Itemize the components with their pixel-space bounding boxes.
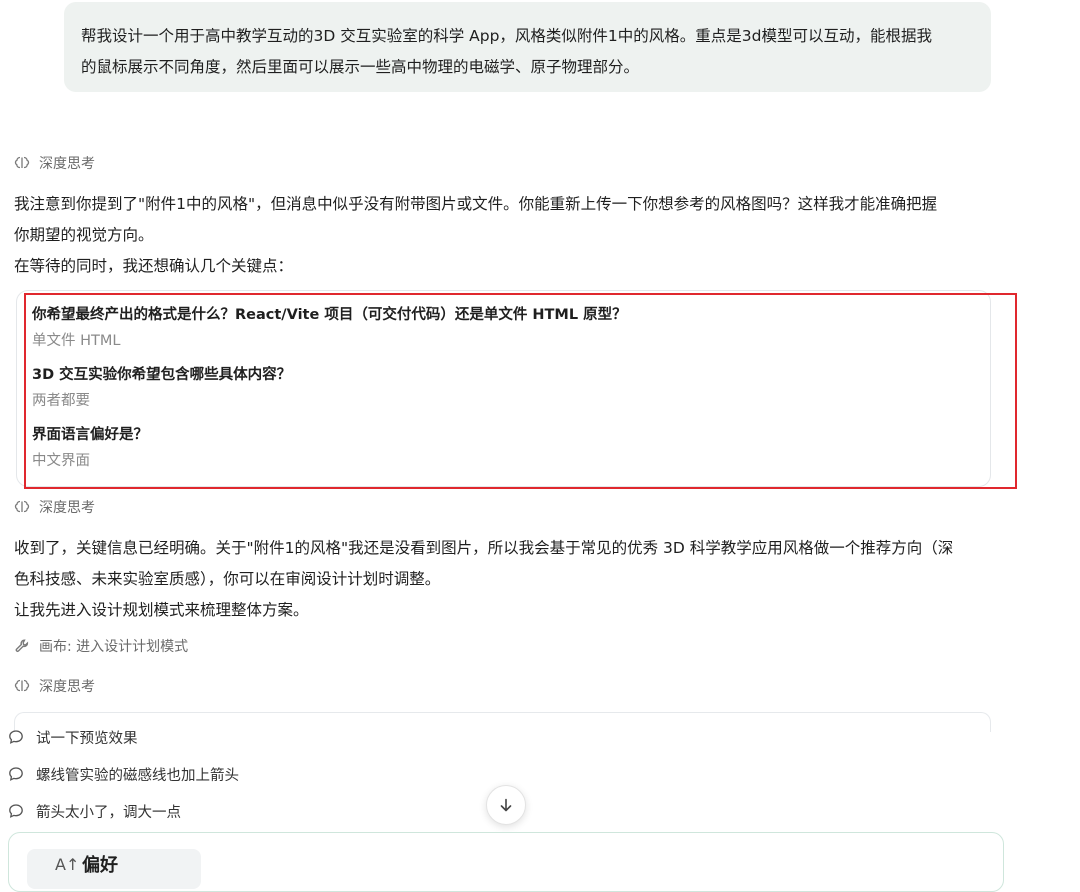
font-size-icon: A↑: [55, 855, 80, 874]
wrench-icon: [15, 639, 29, 653]
chat-bubble-icon: [9, 804, 23, 818]
qa-item: 你希望最终产出的格式是什么？React/Vite 项目（可交付代码）还是单文件 …: [32, 304, 627, 352]
qa-answer: 单文件 HTML: [32, 333, 121, 349]
suggestion-text: 试一下预览效果: [36, 730, 138, 747]
thinking-label: 深度思考: [39, 156, 95, 172]
thinking-label: 深度思考: [39, 679, 95, 695]
chat-bubble-icon: [9, 767, 23, 781]
qa-answer: 中文界面: [32, 453, 90, 469]
brain-icon: [14, 679, 30, 692]
qa-item: 3D 交互实验你希望包含哪些具体内容？ 两者都要: [32, 364, 291, 412]
qa-question: 你希望最终产出的格式是什么？React/Vite 项目（可交付代码）还是单文件 …: [32, 307, 627, 323]
assistant-2-line-2: 色科技感、未来实验室质感），你可以在审阅设计计划时调整。: [14, 570, 441, 588]
chat-bubble-icon: [9, 730, 23, 744]
thinking-toggle-3[interactable]: 深度思考: [14, 675, 95, 697]
thinking-toggle-2[interactable]: 深度思考: [14, 496, 95, 518]
tool-call-label: 画布: 进入设计计划模式: [39, 639, 189, 655]
user-message-bubble: 帮我设计一个用于高中教学互动的3D 交互实验室的科学 App，风格类似附件1中的…: [64, 2, 991, 92]
assistant-message-2: 收到了，关键信息已经明确。关于"附件1的风格"我还是没看到图片，所以我会基于常见…: [14, 533, 1004, 626]
assistant-1-line-2: 你期望的视觉方向。: [14, 226, 154, 244]
thinking-toggle-1[interactable]: 深度思考: [14, 152, 95, 174]
assistant-1-line-3: 在等待的同时，我还想确认几个关键点：: [14, 257, 294, 275]
assistant-2-line-3: 让我先进入设计规划模式来梳理整体方案。: [14, 601, 309, 619]
suggestion-item[interactable]: 箭头太小了，调大一点: [8, 799, 181, 823]
tool-call-row[interactable]: 画布: 进入设计计划模式: [14, 635, 188, 657]
preferences-panel: A↑ 偏好: [8, 832, 1004, 892]
assistant-1-line-1: 我注意到你提到了"附件1中的风格"，但消息中似乎没有附带图片或文件。你能重新上传…: [14, 195, 938, 213]
assistant-message-1: 我注意到你提到了"附件1中的风格"，但消息中似乎没有附带图片或文件。你能重新上传…: [14, 189, 1004, 282]
question-answer-card: 你希望最终产出的格式是什么？React/Vite 项目（可交付代码）还是单文件 …: [16, 290, 991, 487]
qa-item: 界面语言偏好是？ 中文界面: [32, 424, 148, 472]
suggestion-item[interactable]: 试一下预览效果: [8, 725, 138, 749]
suggestion-item[interactable]: 螺线管实验的磁感线也加上箭头: [8, 762, 239, 786]
preferences-title: 偏好: [82, 855, 118, 876]
arrow-down-icon: [500, 798, 512, 812]
brain-icon: [14, 156, 30, 169]
collapsed-card-edge: [14, 712, 991, 732]
qa-question: 3D 交互实验你希望包含哪些具体内容？: [32, 367, 292, 383]
thinking-label: 深度思考: [39, 500, 95, 516]
user-message-line-2: 的鼠标展示不同角度，然后里面可以展示一些高中物理的电磁学、原子物理部分。: [81, 58, 640, 76]
suggestion-text: 箭头太小了，调大一点: [36, 804, 181, 821]
suggestion-text: 螺线管实验的磁感线也加上箭头: [36, 767, 239, 784]
brain-icon: [14, 500, 30, 513]
user-message-line-1: 帮我设计一个用于高中教学互动的3D 交互实验室的科学 App，风格类似附件1中的…: [81, 27, 932, 45]
assistant-2-line-1: 收到了，关键信息已经明确。关于"附件1的风格"我还是没看到图片，所以我会基于常见…: [14, 539, 954, 557]
qa-question: 界面语言偏好是？: [32, 427, 148, 443]
qa-answer: 两者都要: [32, 393, 90, 409]
scroll-to-bottom-button[interactable]: [486, 785, 526, 825]
